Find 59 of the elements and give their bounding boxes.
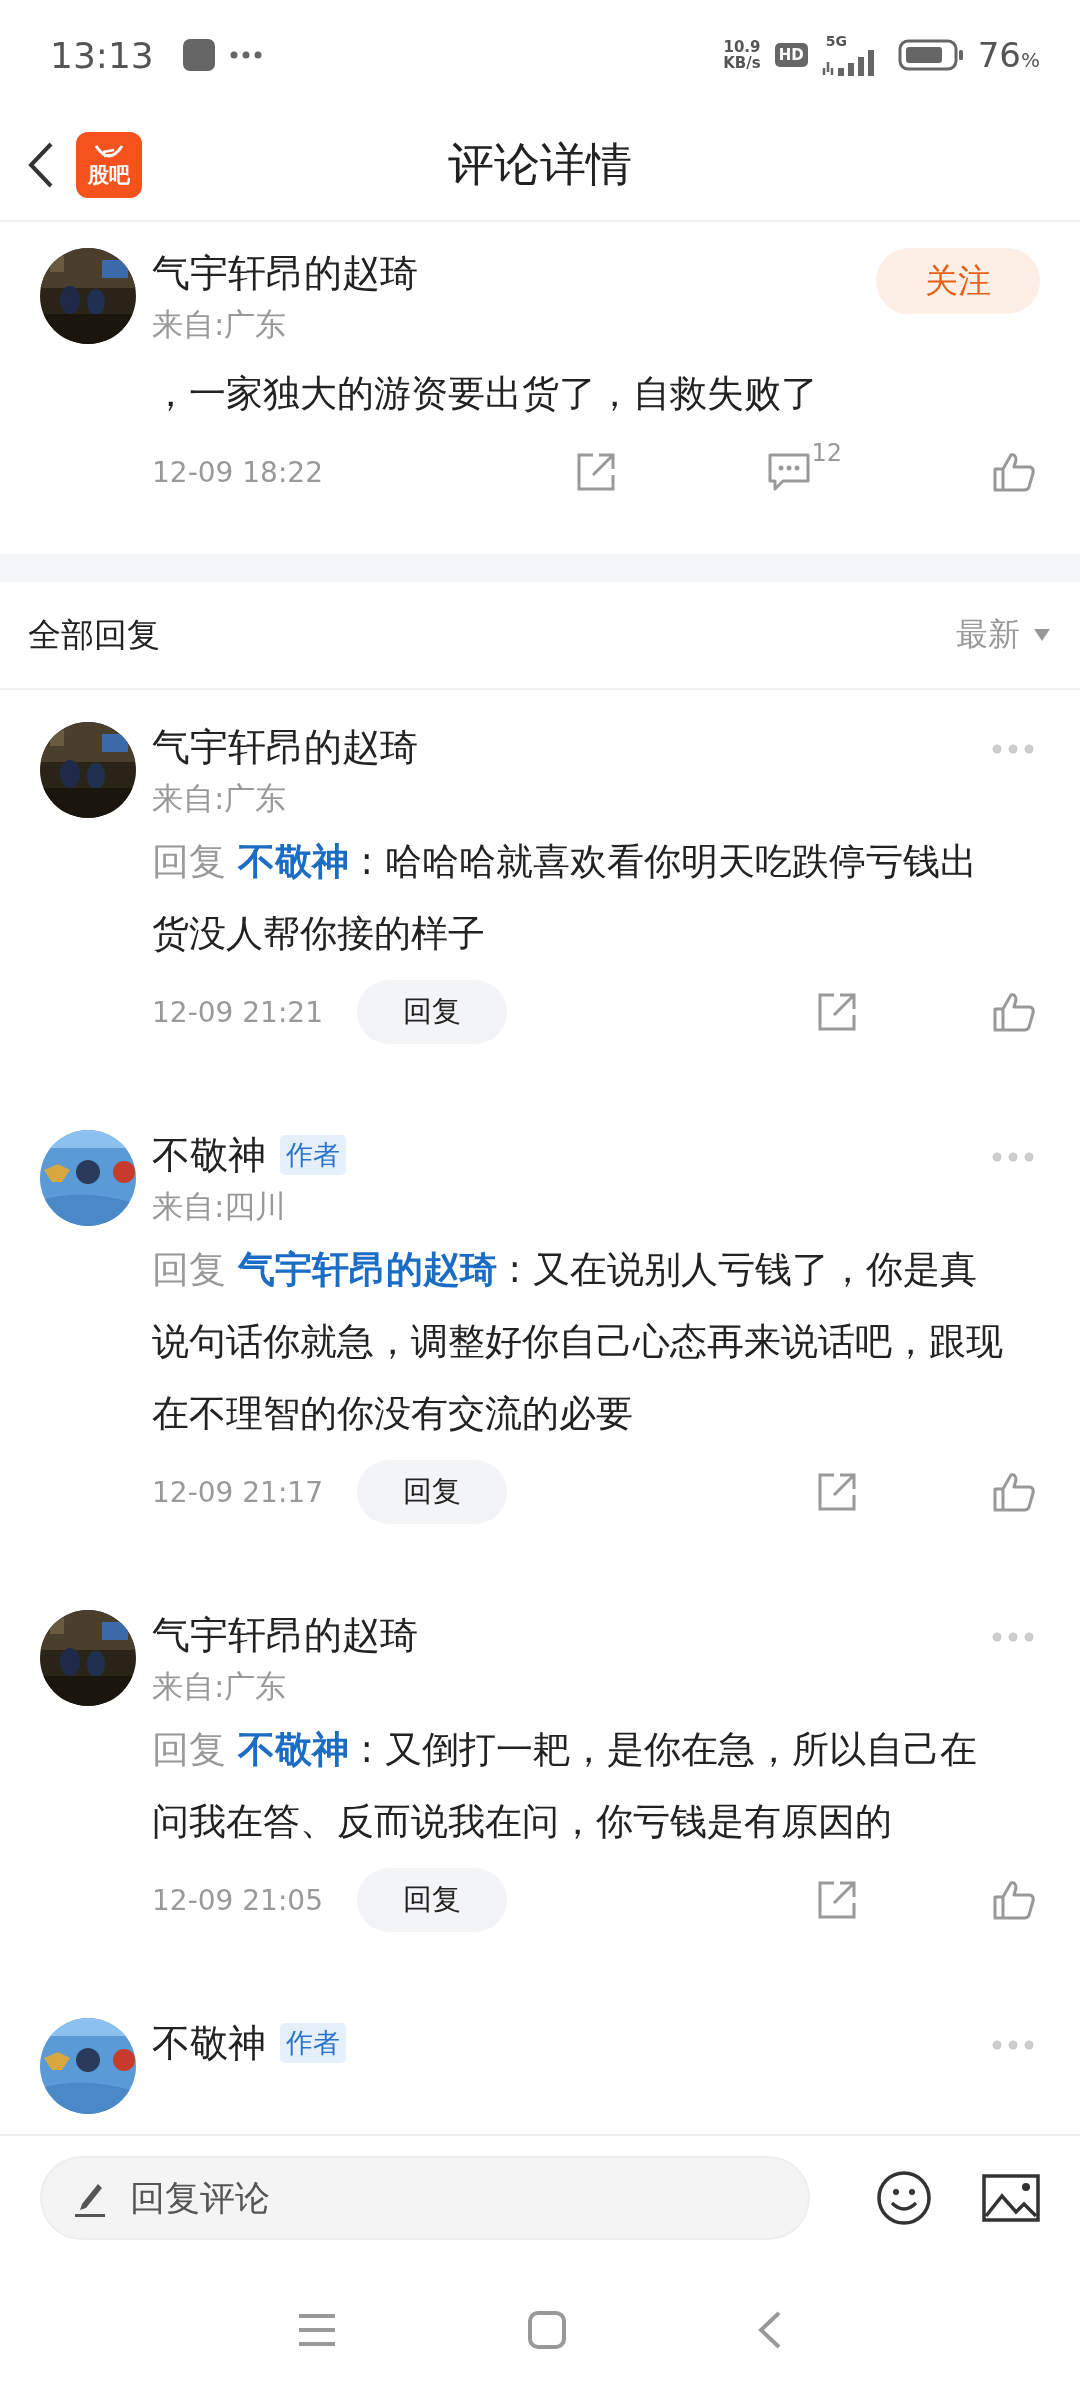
network-speed-unit: KB/s xyxy=(723,55,761,71)
reply-text: 回复 不敬神 : 又倒打一耙，是你在急，所以自己在问我在答、反而说我在问，你亏钱是有原因的 xyxy=(152,1727,978,1845)
menu-icon[interactable] xyxy=(297,2313,337,2347)
more-options-icon[interactable] xyxy=(992,2040,1034,2050)
reply-time: 12-09 21:17 xyxy=(152,1475,323,1509)
network-speed: 10.9 xyxy=(723,39,761,55)
mentioned-user-link[interactable]: 不敬神 xyxy=(237,840,349,883)
reply-text: 回复 气宇轩昂的赵琦 : 又在说别人亏钱了，你是真说句话你就急，调整好你自己心态再来说话吧，跟现在不理智的你没有交流的必要 xyxy=(152,1247,1004,1437)
battery-icon xyxy=(897,39,964,71)
like-icon[interactable] xyxy=(992,991,1036,1033)
author-name[interactable]: 气宇轩昂的赵琦 xyxy=(152,246,876,300)
more-options-icon[interactable] xyxy=(992,744,1034,754)
author-name[interactable]: 气宇轩昂的赵琦 xyxy=(152,720,418,774)
author-name[interactable]: 不敬神 xyxy=(152,1128,266,1182)
status-time: 13:13 xyxy=(50,34,154,76)
author-location: 来自:广东 xyxy=(152,779,288,818)
mentioned-user-link[interactable]: 不敬神 xyxy=(237,1728,349,1771)
home-icon[interactable] xyxy=(527,2310,567,2350)
more-options-icon[interactable] xyxy=(992,1152,1034,1162)
hd-badge: HD xyxy=(774,43,808,67)
author-location: 来自:四川 xyxy=(152,1187,288,1226)
more-icon xyxy=(229,51,262,59)
battery-percent: 76 xyxy=(977,35,1021,75)
network-type: 5G xyxy=(825,34,847,48)
reply-input-field[interactable]: 回复评论 xyxy=(40,2156,810,2240)
app-notification-icon xyxy=(181,38,216,72)
app-logo: 股吧 xyxy=(76,132,142,198)
like-icon[interactable] xyxy=(992,1471,1036,1513)
comment-count: 12 xyxy=(811,439,842,467)
back-icon[interactable] xyxy=(28,142,54,188)
post-time: 12-09 18:22 xyxy=(152,455,323,489)
reply-text: 回复 不敬神 : 哈哈哈就喜欢看你明天吃跌停亏钱出货没人帮你接的样子 xyxy=(152,839,978,957)
more-options-icon[interactable] xyxy=(992,1632,1034,1642)
author-tag: 作者 xyxy=(280,2023,346,2063)
image-icon[interactable] xyxy=(982,2174,1040,2222)
author-location: 来自:广东 xyxy=(152,1667,288,1706)
reply-button[interactable]: 回复 xyxy=(356,1460,507,1524)
author-tag: 作者 xyxy=(280,1135,346,1175)
share-icon[interactable] xyxy=(816,1879,858,1921)
share-icon[interactable] xyxy=(816,991,858,1033)
page-title: 评论详情 xyxy=(448,136,632,193)
battery-percent-sign: % xyxy=(1021,48,1040,72)
caret-icon xyxy=(1034,629,1050,641)
share-icon[interactable] xyxy=(575,451,618,493)
like-icon[interactable] xyxy=(992,1879,1036,1921)
share-icon[interactable] xyxy=(816,1471,858,1513)
reply-button[interactable]: 回复 xyxy=(356,980,507,1044)
author-location: 来自:广东 xyxy=(152,305,288,344)
like-icon[interactable] xyxy=(992,451,1036,493)
author-name[interactable]: 气宇轩昂的赵琦 xyxy=(152,1608,418,1662)
post-text: ，一家独大的游资要出货了，自救失败了 xyxy=(152,371,819,417)
mentioned-user-link[interactable]: 气宇轩昂的赵琦 xyxy=(237,1248,497,1291)
comment-icon[interactable] xyxy=(767,451,812,493)
reply-button[interactable]: 回复 xyxy=(356,1868,507,1932)
author-name[interactable]: 不敬神 xyxy=(152,2016,266,2070)
emoji-icon[interactable] xyxy=(876,2170,932,2226)
section-title: 全部回复 xyxy=(28,613,160,656)
reply-time: 12-09 21:21 xyxy=(152,995,323,1029)
reply-time: 12-09 21:05 xyxy=(152,1883,323,1917)
